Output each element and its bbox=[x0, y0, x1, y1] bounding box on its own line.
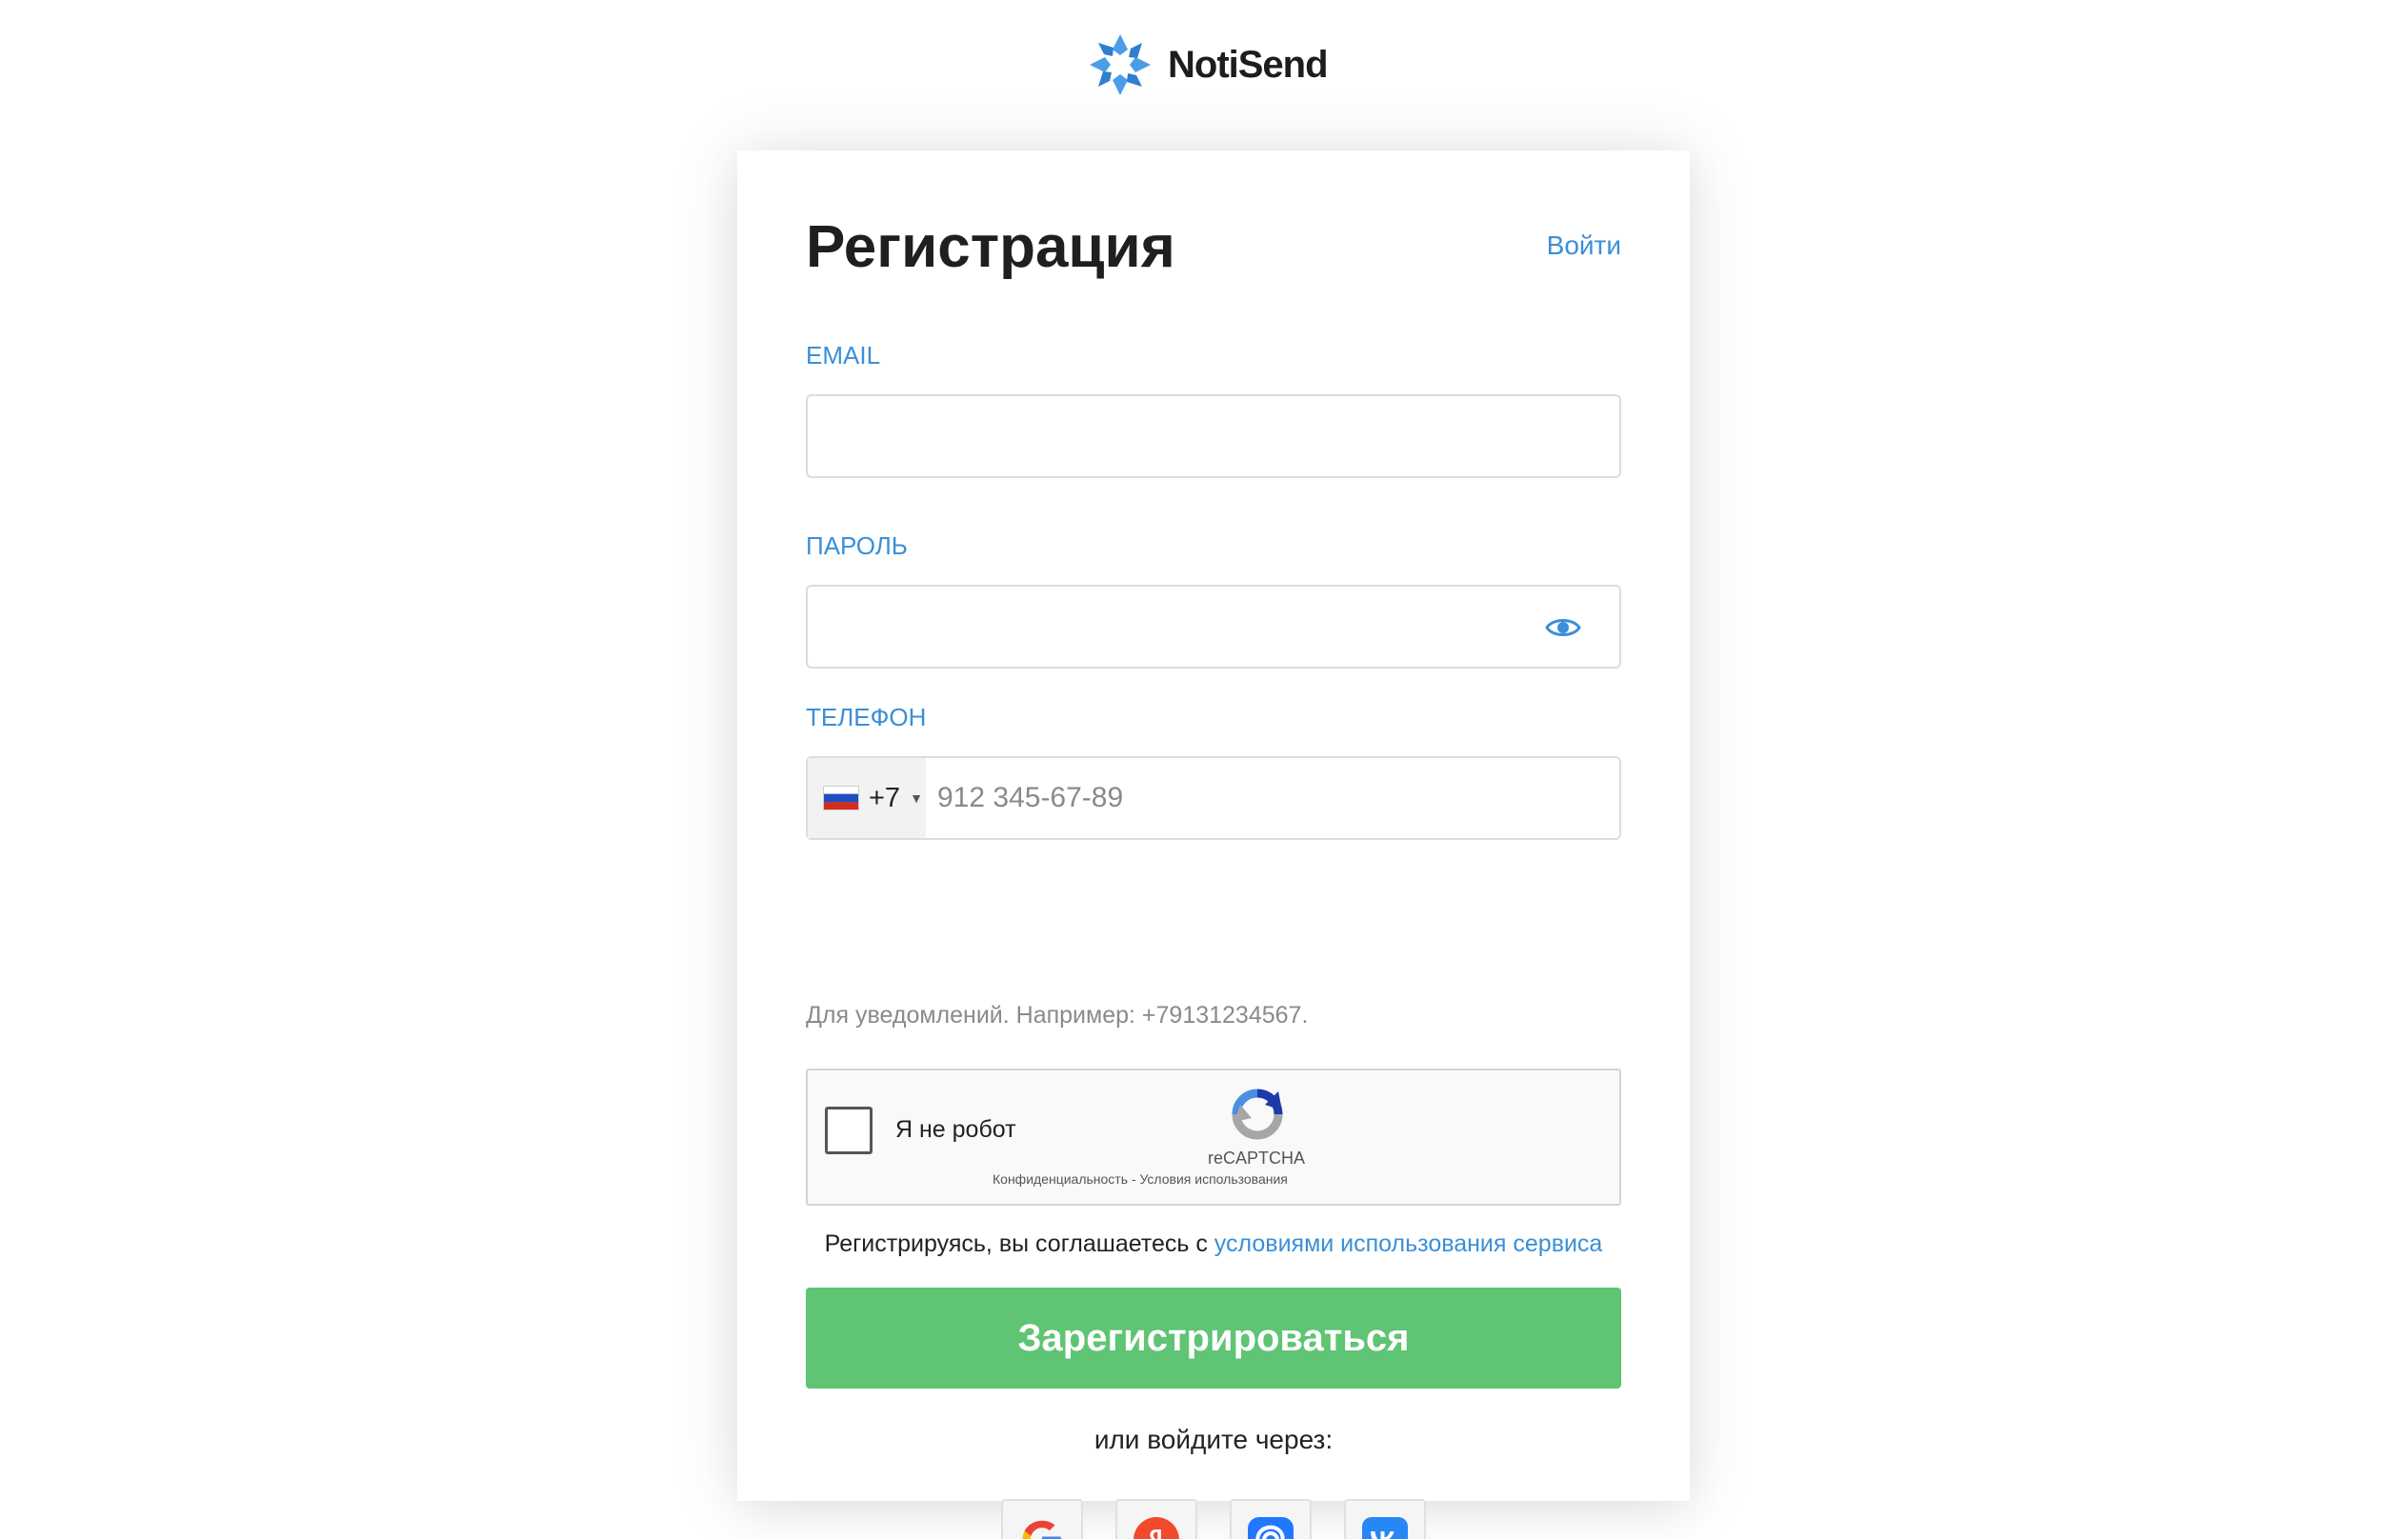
recaptcha-label: Я не робот bbox=[895, 1116, 1016, 1143]
show-password-eye-icon[interactable] bbox=[1545, 615, 1581, 640]
page-title: Регистрация bbox=[806, 214, 1175, 280]
email-input[interactable] bbox=[808, 396, 1619, 476]
chevron-down-icon: ▼ bbox=[910, 790, 923, 806]
recaptcha-privacy-link[interactable]: Конфиденциальность bbox=[993, 1171, 1128, 1187]
mailru-icon bbox=[1248, 1517, 1294, 1539]
yandex-login-button[interactable] bbox=[1115, 1499, 1197, 1539]
phone-label: ТЕЛЕФОН bbox=[806, 703, 927, 731]
recaptcha-widget: Я не робот reCAPTCHA Конфиденциальность … bbox=[806, 1069, 1621, 1206]
password-field-box bbox=[806, 585, 1621, 669]
registration-page: NotiSend Регистрация Войти EMAIL ПАРОЛЬ … bbox=[0, 0, 2408, 1539]
notisend-logo-icon bbox=[1090, 34, 1151, 95]
phone-hint: Для уведомлений. Например: +79131234567. bbox=[806, 1002, 1309, 1029]
email-field-box bbox=[806, 394, 1621, 478]
brand-name: NotiSend bbox=[1168, 43, 1329, 86]
register-button[interactable]: Зарегистрироваться bbox=[806, 1288, 1621, 1389]
social-login-caption: или войдите через: bbox=[1094, 1425, 1334, 1454]
recaptcha-logo-icon bbox=[1232, 1089, 1283, 1140]
recaptcha-checkbox[interactable] bbox=[825, 1107, 873, 1154]
google-login-button[interactable] bbox=[1001, 1499, 1083, 1539]
terms-agreement: Регистрируясь, вы соглашаетесь с условия… bbox=[806, 1230, 1621, 1258]
recaptcha-links: Конфиденциальность - Условия использован… bbox=[993, 1171, 1288, 1187]
phone-field-box: +7 ▼ bbox=[806, 756, 1621, 840]
terms-agreement-text: Регистрируясь, вы соглашаетесь с bbox=[824, 1230, 1208, 1257]
vk-login-button[interactable] bbox=[1344, 1499, 1426, 1539]
mailru-login-button[interactable] bbox=[1230, 1499, 1312, 1539]
vk-icon bbox=[1362, 1517, 1408, 1539]
login-link[interactable]: Войти bbox=[1547, 230, 1621, 261]
notisend-logo[interactable]: NotiSend bbox=[1084, 29, 1329, 101]
recaptcha-brand: reCAPTCHA bbox=[1207, 1149, 1305, 1168]
country-dial-code: +7 bbox=[869, 782, 901, 813]
yandex-icon bbox=[1134, 1517, 1179, 1539]
email-label: EMAIL bbox=[806, 341, 881, 370]
password-input[interactable] bbox=[808, 587, 1619, 667]
recaptcha-separator: - bbox=[1131, 1171, 1136, 1187]
google-icon bbox=[1022, 1520, 1061, 1539]
terms-of-service-link[interactable]: условиями использования сервиса bbox=[1214, 1230, 1603, 1257]
password-label: ПАРОЛЬ bbox=[806, 531, 908, 560]
country-code-selector[interactable]: +7 ▼ bbox=[808, 758, 926, 838]
phone-input[interactable] bbox=[926, 758, 1619, 838]
recaptcha-terms-link[interactable]: Условия использования bbox=[1139, 1171, 1287, 1187]
russia-flag-icon bbox=[823, 786, 859, 810]
registration-card: Регистрация Войти EMAIL ПАРОЛЬ ТЕЛЕФОН +… bbox=[737, 150, 1690, 1539]
social-login-buttons bbox=[806, 1499, 1621, 1539]
